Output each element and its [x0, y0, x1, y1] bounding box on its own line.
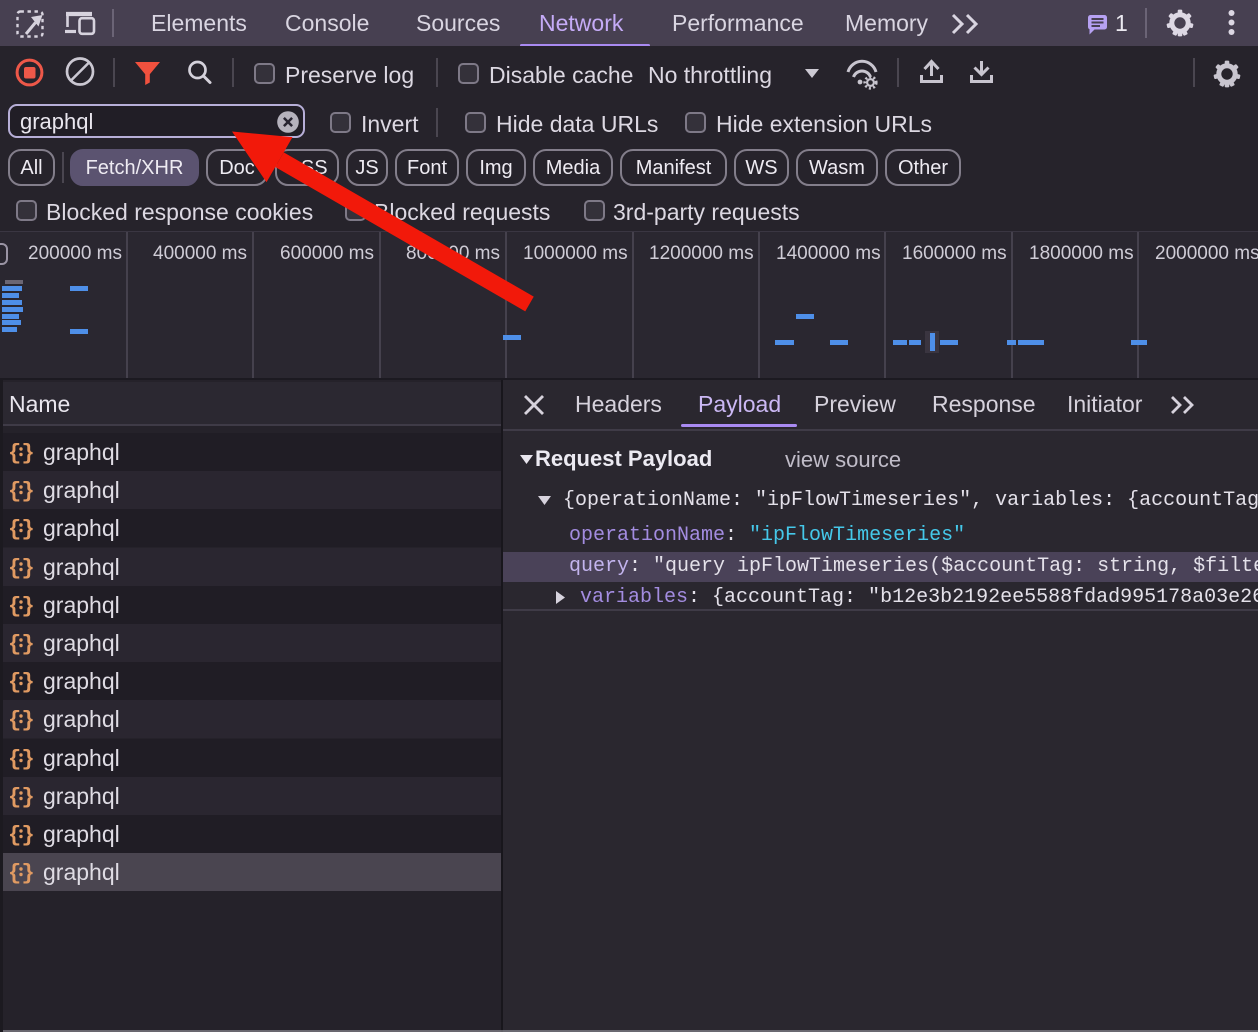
svg-text:}: } — [22, 747, 35, 772]
svg-text:{: { — [8, 670, 21, 695]
svg-text:{: { — [8, 785, 21, 810]
svg-text:}: } — [22, 785, 35, 810]
svg-text:{: { — [8, 747, 21, 772]
svg-text:{: { — [8, 556, 21, 581]
svg-text:}: } — [22, 823, 35, 848]
svg-text:{: { — [8, 823, 21, 848]
svg-text:{: { — [8, 861, 21, 886]
svg-text:}: } — [22, 594, 35, 619]
svg-text:}: } — [22, 479, 35, 504]
svg-text:{: { — [8, 441, 21, 466]
svg-text:}: } — [22, 861, 35, 886]
svg-text:{: { — [8, 517, 21, 542]
svg-text:}: } — [22, 556, 35, 581]
svg-text:}: } — [22, 670, 35, 695]
svg-text:{: { — [8, 708, 21, 733]
svg-text:}: } — [22, 708, 35, 733]
svg-text:}: } — [22, 517, 35, 542]
svg-text:}: } — [22, 632, 35, 657]
svg-text:{: { — [8, 632, 21, 657]
svg-text:{: { — [8, 479, 21, 504]
svg-text:{: { — [8, 594, 21, 619]
svg-text:}: } — [22, 441, 35, 466]
